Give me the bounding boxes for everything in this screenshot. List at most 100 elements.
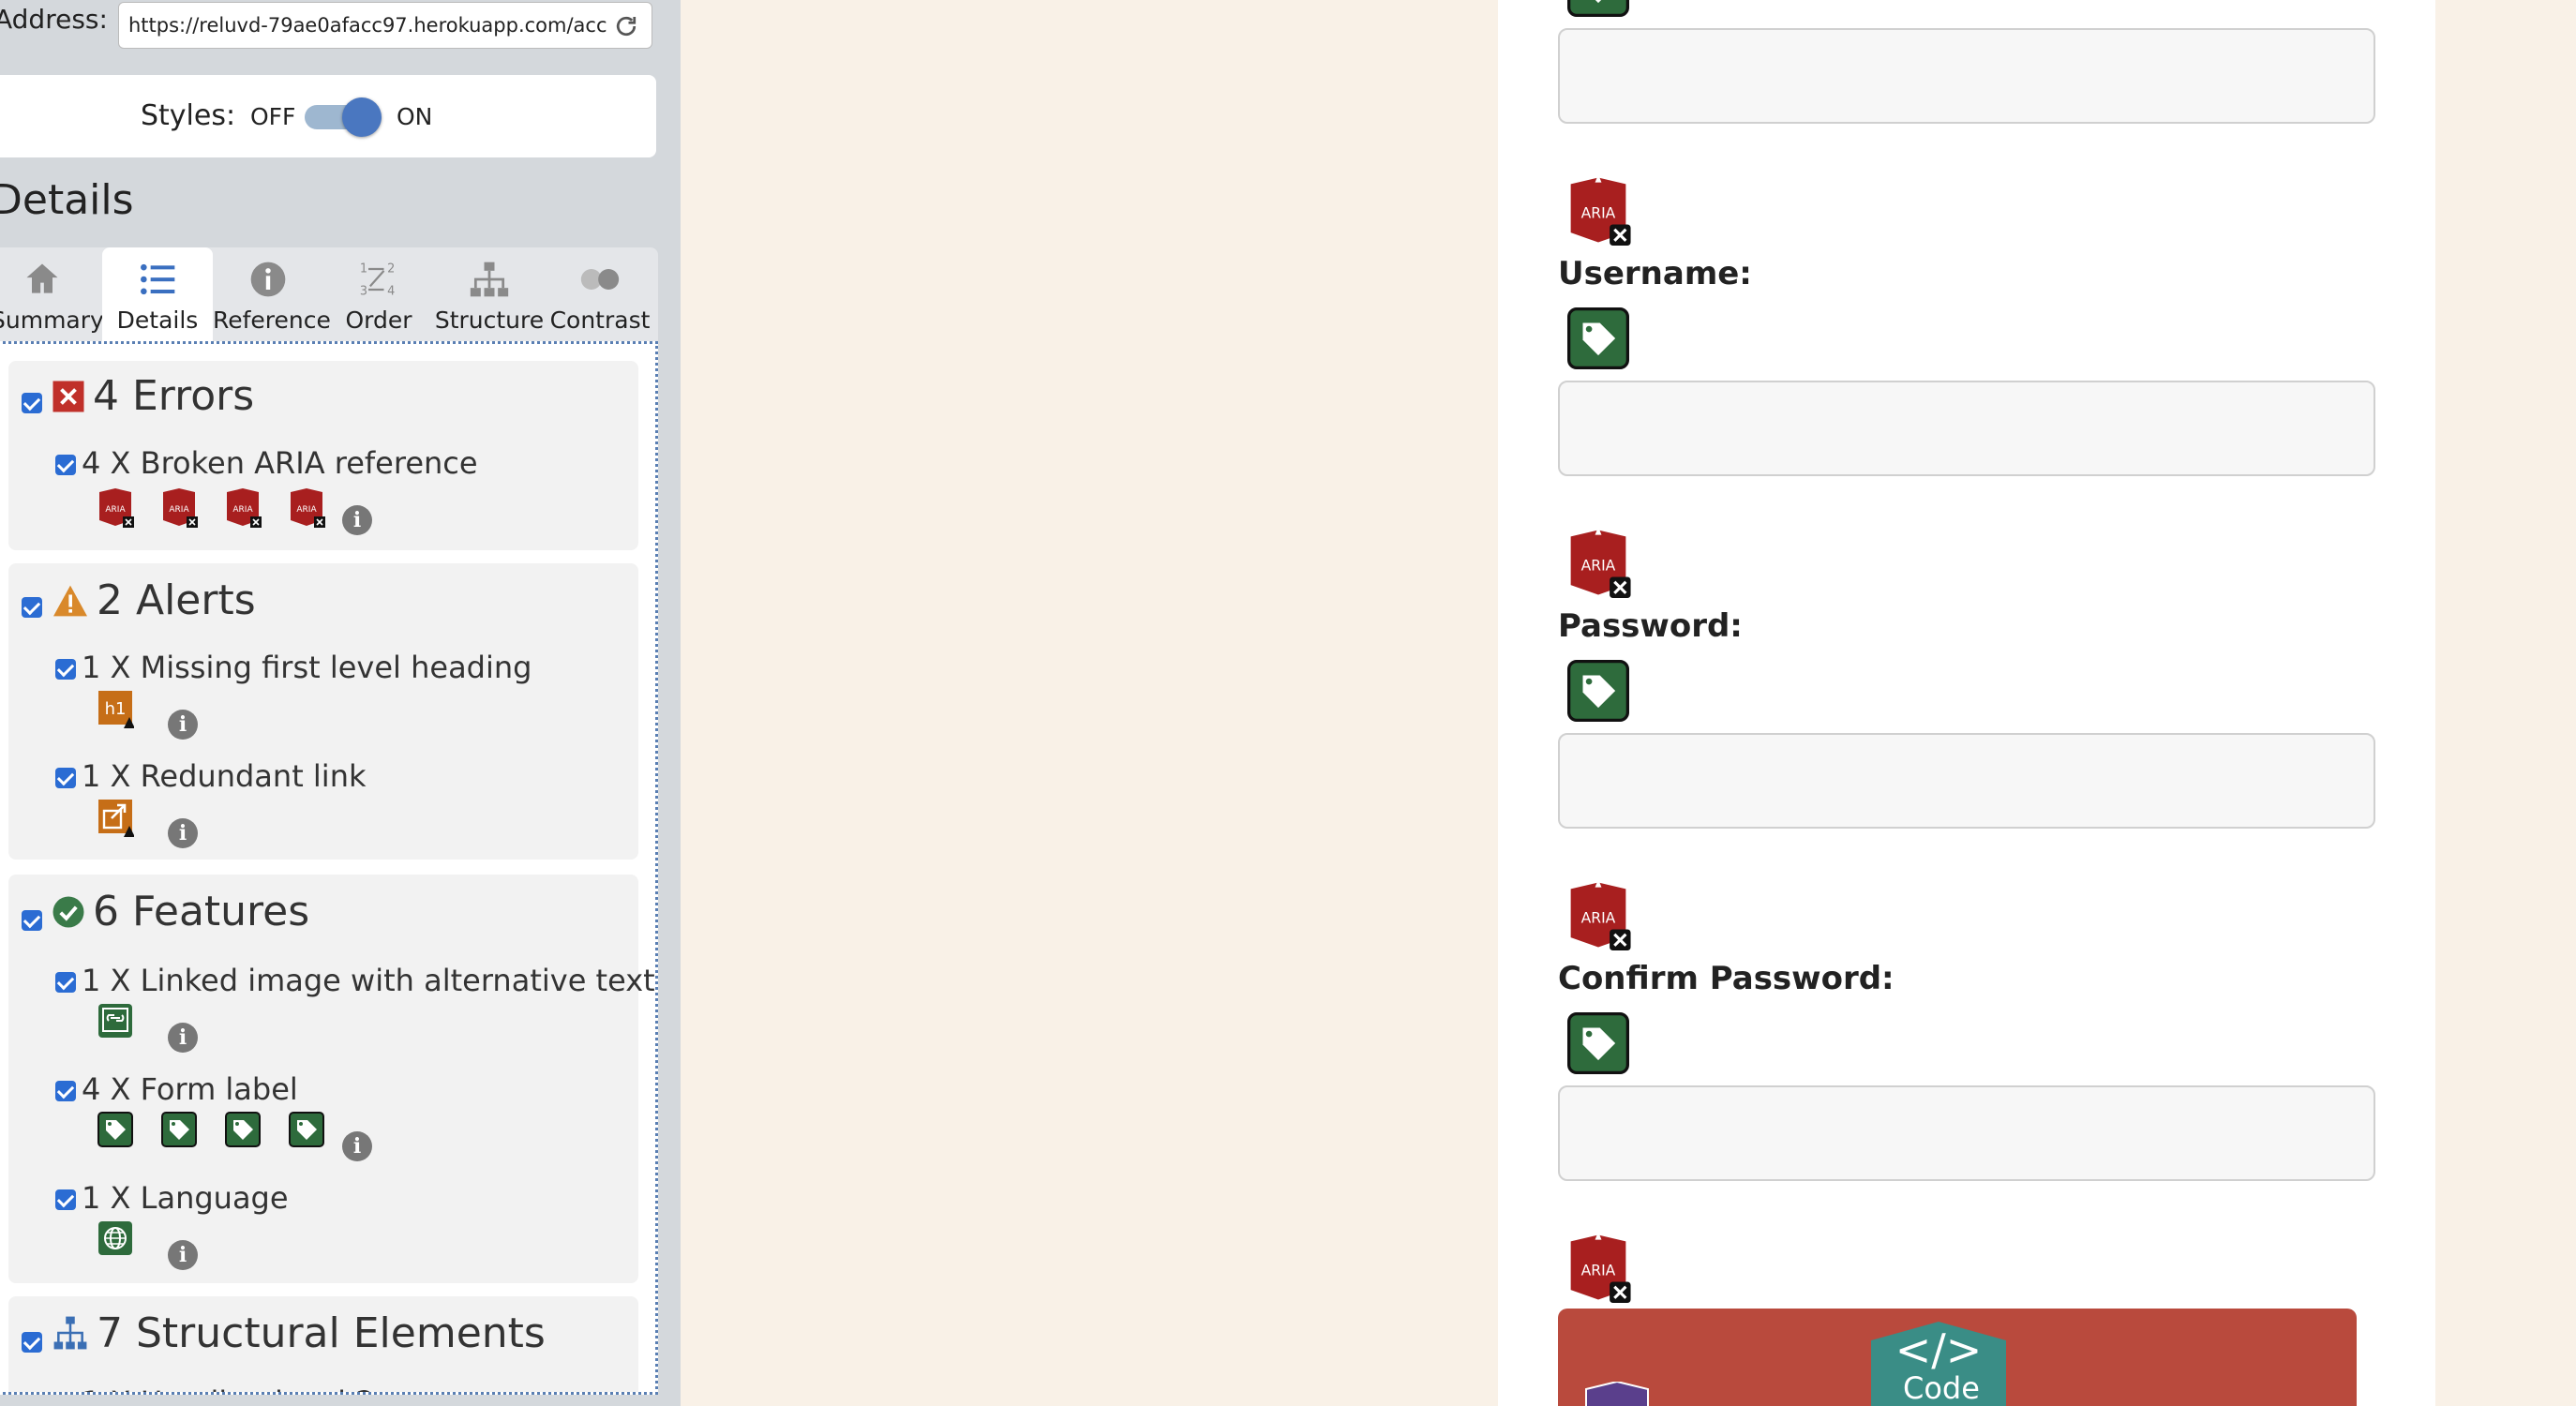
alerts-group: 2 Alerts 1 X Missing first level heading… (8, 563, 638, 860)
item-label[interactable]: 1 X Redundant link (82, 758, 367, 794)
item-checkbox[interactable] (55, 972, 76, 993)
order-icon: 1 2 3 4 (360, 262, 396, 299)
tab-label: Details (116, 307, 199, 334)
styles-toggle-knob[interactable] (342, 97, 382, 137)
code-label[interactable]: Code (1903, 1370, 1980, 1406)
form-label-icon[interactable] (1567, 307, 1629, 369)
svg-text:ARIA: ARIA (169, 505, 189, 515)
home-icon (26, 263, 58, 293)
item-checkbox[interactable] (55, 1081, 76, 1101)
form-label-icon[interactable] (224, 1111, 262, 1152)
item-label[interactable]: 4 X Broken ARIA reference (82, 445, 478, 481)
shield-badge-icon (1585, 1382, 1649, 1406)
page-card (1498, 0, 2435, 1406)
item-checkbox[interactable] (55, 455, 76, 475)
errors-checkbox[interactable] (22, 393, 42, 413)
panel-heading: Details (0, 176, 134, 224)
text-input[interactable] (1558, 28, 2375, 124)
item-label[interactable]: 1 X Missing first level heading (82, 650, 532, 685)
info-icon[interactable]: i (168, 1240, 198, 1270)
styles-label: Styles: (141, 99, 236, 132)
svg-text:1: 1 (360, 262, 367, 277)
check-circle-icon (52, 896, 84, 928)
reload-icon[interactable] (612, 12, 640, 40)
svg-text:h1: h1 (105, 699, 127, 719)
tab-order[interactable]: 1 2 3 4 Order (323, 247, 434, 341)
tab-contrast[interactable]: Contrast (545, 247, 655, 341)
svg-text:ARIA: ARIA (232, 505, 253, 515)
styles-on-label: ON (397, 103, 433, 130)
aria-error-icon[interactable]: ARIA (1565, 527, 1631, 598)
item-checkbox[interactable] (55, 659, 76, 680)
language-globe-icon[interactable] (97, 1219, 134, 1261)
form-label-icon[interactable] (288, 1111, 325, 1152)
item-checkbox[interactable] (55, 768, 76, 788)
aria-error-icon[interactable]: ARIA (288, 486, 325, 528)
item-label[interactable]: 1 X Linked image with alternative text (82, 963, 655, 998)
form-label-icon[interactable] (160, 1111, 198, 1152)
svg-text:ARIA: ARIA (1581, 558, 1616, 575)
alerts-checkbox[interactable] (22, 597, 42, 618)
password-label: Password: (1558, 607, 1743, 645)
alerts-title: 2 Alerts (97, 576, 256, 624)
tab-summary[interactable]: Summary (0, 247, 104, 341)
confirm-password-label: Confirm Password: (1558, 960, 1895, 997)
svg-text:ARIA: ARIA (105, 505, 126, 515)
details-list: 4 Errors 4 X Broken ARIA reference ARIA … (0, 341, 658, 1395)
confirm-password-input[interactable] (1558, 1085, 2375, 1181)
info-icon[interactable]: i (342, 1131, 372, 1161)
errors-group: 4 Errors 4 X Broken ARIA reference ARIA … (8, 361, 638, 550)
svg-text:ARIA: ARIA (1581, 1263, 1616, 1279)
structure-group: 7 Structural Elements 1 X Heading level … (8, 1296, 638, 1395)
linked-image-icon[interactable] (97, 1002, 134, 1043)
item-checkbox[interactable] (55, 1189, 76, 1210)
info-icon[interactable]: i (168, 1023, 198, 1053)
tab-label: Structure (434, 307, 545, 334)
password-input[interactable] (1558, 733, 2375, 829)
form-label-icon[interactable] (97, 1111, 134, 1152)
svg-text:2: 2 (387, 262, 395, 277)
tab-details[interactable]: Details (102, 247, 213, 341)
aria-error-icon[interactable]: ARIA (1565, 879, 1631, 950)
tab-structure[interactable]: Structure (434, 247, 545, 341)
svg-text:</>: </> (1895, 1324, 1983, 1375)
username-input[interactable] (1558, 381, 2375, 476)
h1-alert-icon[interactable]: h1 (97, 689, 134, 730)
address-input[interactable]: https://reluvd-79ae0afacc97.herokuapp.co… (128, 14, 607, 37)
tab-reference[interactable]: Reference (213, 247, 331, 341)
aria-error-icon[interactable]: ARIA (97, 486, 134, 528)
form-label-icon[interactable] (1567, 660, 1629, 722)
item-label[interactable]: 1 X Heading level 2 (82, 1384, 375, 1392)
item-label[interactable]: 1 X Language (82, 1180, 289, 1216)
address-bar[interactable]: https://reluvd-79ae0afacc97.herokuapp.co… (118, 2, 652, 49)
form-label-icon[interactable] (1567, 0, 1629, 17)
error-icon (52, 381, 84, 412)
svg-text:ARIA: ARIA (1581, 205, 1616, 222)
aria-error-icon[interactable]: ARIA (224, 486, 262, 528)
tab-label: Order (345, 307, 412, 334)
aria-error-icon[interactable]: ARIA (1565, 1232, 1631, 1303)
alert-icon (53, 585, 87, 617)
info-icon[interactable]: i (342, 505, 372, 535)
tab-label: Reference (213, 307, 331, 334)
svg-text:3: 3 (360, 285, 367, 299)
features-group: 6 Features 1 X Linked image with alterna… (8, 875, 655, 1283)
aria-error-icon[interactable]: ARIA (160, 486, 198, 528)
styles-off-label: OFF (250, 103, 296, 130)
list-icon (141, 263, 175, 295)
structure-checkbox[interactable] (22, 1332, 42, 1353)
features-checkbox[interactable] (22, 910, 42, 931)
aria-error-icon[interactable]: ARIA (1565, 174, 1631, 246)
features-title: 6 Features (93, 888, 310, 935)
info-icon[interactable]: i (168, 818, 198, 848)
username-label: Username: (1558, 255, 1752, 292)
redundant-link-icon[interactable] (97, 798, 134, 839)
item-label[interactable]: 4 X Form label (82, 1071, 298, 1107)
structure-icon (470, 262, 509, 297)
styles-toggle-bar: Styles: OFF ON (0, 75, 656, 157)
form-label-icon[interactable] (1567, 1012, 1629, 1074)
errors-title: 4 Errors (93, 372, 255, 420)
info-icon[interactable]: i (168, 710, 198, 740)
info-icon (250, 262, 286, 297)
item-checkbox[interactable] (55, 1394, 76, 1395)
